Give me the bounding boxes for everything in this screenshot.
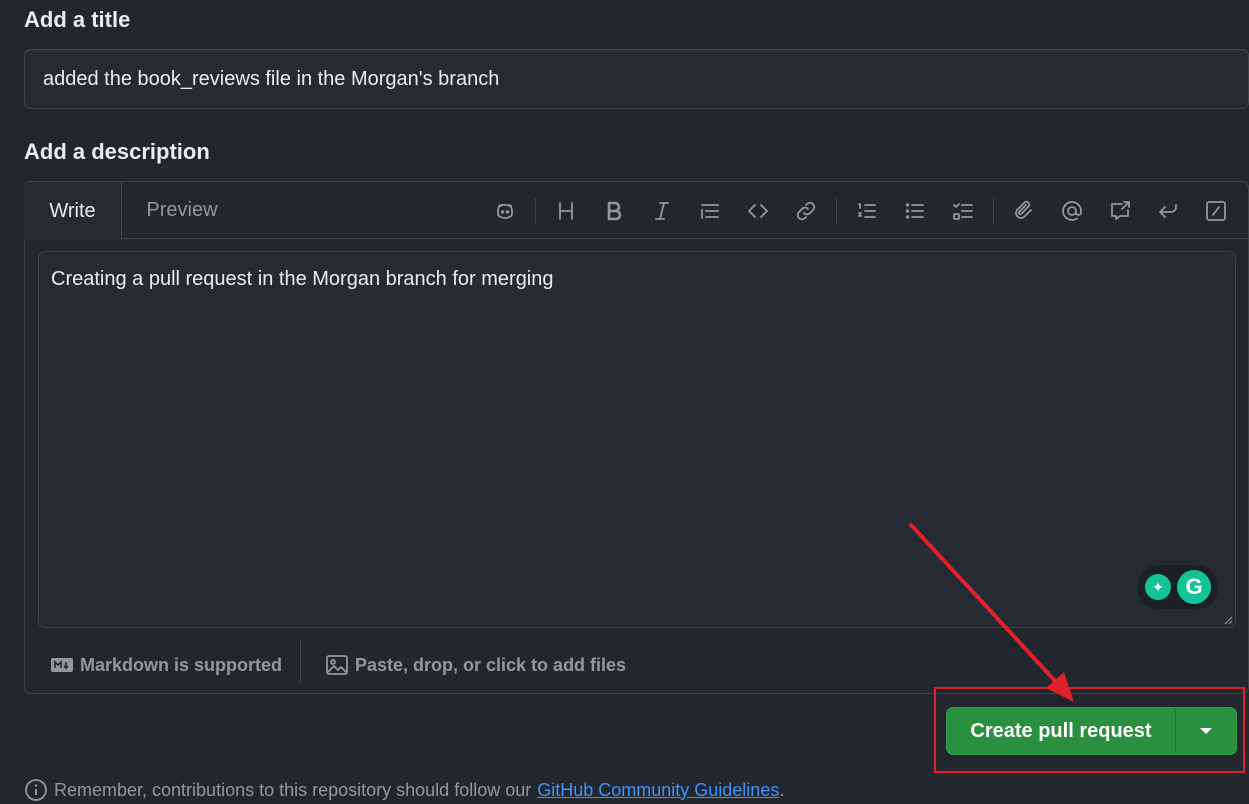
- tab-write[interactable]: Write: [24, 182, 122, 240]
- reference-icon: [1111, 200, 1130, 220]
- unordered-list-icon: [905, 202, 924, 219]
- tab-preview[interactable]: Preview: [130, 182, 234, 239]
- contribution-notice: Remember, contributions to this reposito…: [24, 777, 784, 803]
- description-label: Add a description: [24, 139, 210, 164]
- toolbar-separator: [836, 197, 837, 224]
- resize-handle-icon[interactable]: [1223, 615, 1233, 625]
- grammarly-logo-icon[interactable]: G: [1177, 570, 1211, 604]
- notice-suffix: .: [779, 779, 785, 800]
- description-textarea[interactable]: Creating a pull request in the Morgan br…: [38, 251, 1236, 628]
- quote-icon: [701, 203, 719, 219]
- footer-divider: [300, 639, 301, 683]
- italic-icon: [655, 201, 669, 220]
- toolbar-separator: [993, 197, 994, 224]
- attach-button[interactable]: [1000, 191, 1048, 231]
- grammarly-suggestion-icon[interactable]: ✦: [1145, 574, 1171, 600]
- info-icon: [25, 779, 47, 801]
- code-button[interactable]: [734, 191, 782, 231]
- attach-icon: [1015, 200, 1032, 219]
- editor-footer: Markdown is supported Paste, drop, or cl…: [25, 637, 1248, 693]
- quote-button[interactable]: [686, 191, 734, 231]
- pull-request-form: Add a title added the book_reviews file …: [0, 0, 1249, 804]
- heading-icon: [559, 201, 573, 220]
- copilot-button[interactable]: [481, 191, 529, 231]
- title-label: Add a title: [24, 7, 131, 32]
- unordered-list-button[interactable]: [891, 191, 939, 231]
- community-guidelines-link[interactable]: GitHub Community Guidelines: [537, 780, 779, 801]
- slash-commands-icon: [1206, 200, 1226, 221]
- mention-button[interactable]: [1048, 191, 1096, 231]
- notice-text: Remember, contributions to this reposito…: [54, 779, 532, 800]
- ordered-list-button[interactable]: [843, 191, 891, 231]
- editor-tabbar: Write Preview: [24, 182, 1248, 240]
- reply-button[interactable]: [1144, 191, 1192, 231]
- description-editor: Write Preview Creating a pull request in…: [24, 181, 1249, 694]
- heading-button[interactable]: [542, 191, 590, 231]
- markdown-help-link[interactable]: Markdown is supported: [50, 655, 282, 676]
- toolbar-separator: [535, 197, 536, 224]
- bold-button[interactable]: [590, 191, 638, 231]
- description-text: Creating a pull request in the Morgan br…: [51, 268, 554, 290]
- slash-commands-button[interactable]: [1192, 191, 1240, 231]
- markdown-icon: [51, 658, 73, 672]
- italic-button[interactable]: [638, 191, 686, 231]
- task-list-button[interactable]: [939, 191, 987, 231]
- link-button[interactable]: [782, 191, 830, 231]
- title-input-value: added the book_reviews file in the Morga…: [43, 67, 500, 90]
- markdown-label: Markdown is supported: [80, 654, 283, 675]
- annotation-highlight-box: [934, 687, 1245, 773]
- reference-button[interactable]: [1096, 191, 1144, 231]
- title-input[interactable]: added the book_reviews file in the Morga…: [24, 49, 1249, 109]
- task-list-icon: [953, 202, 973, 220]
- bold-icon: [607, 201, 622, 220]
- reply-icon: [1159, 203, 1177, 218]
- code-icon: [748, 203, 768, 218]
- markdown-toolbar: [481, 182, 1240, 239]
- mention-icon: [1062, 200, 1082, 221]
- add-files-label: Paste, drop, or click to add files: [355, 654, 627, 675]
- copilot-icon: [497, 203, 513, 219]
- link-icon: [796, 201, 816, 220]
- add-files-button[interactable]: Paste, drop, or click to add files: [325, 654, 626, 676]
- ordered-list-icon: [858, 202, 876, 218]
- image-icon: [326, 655, 348, 675]
- grammarly-widget[interactable]: ✦ G: [1138, 565, 1218, 609]
